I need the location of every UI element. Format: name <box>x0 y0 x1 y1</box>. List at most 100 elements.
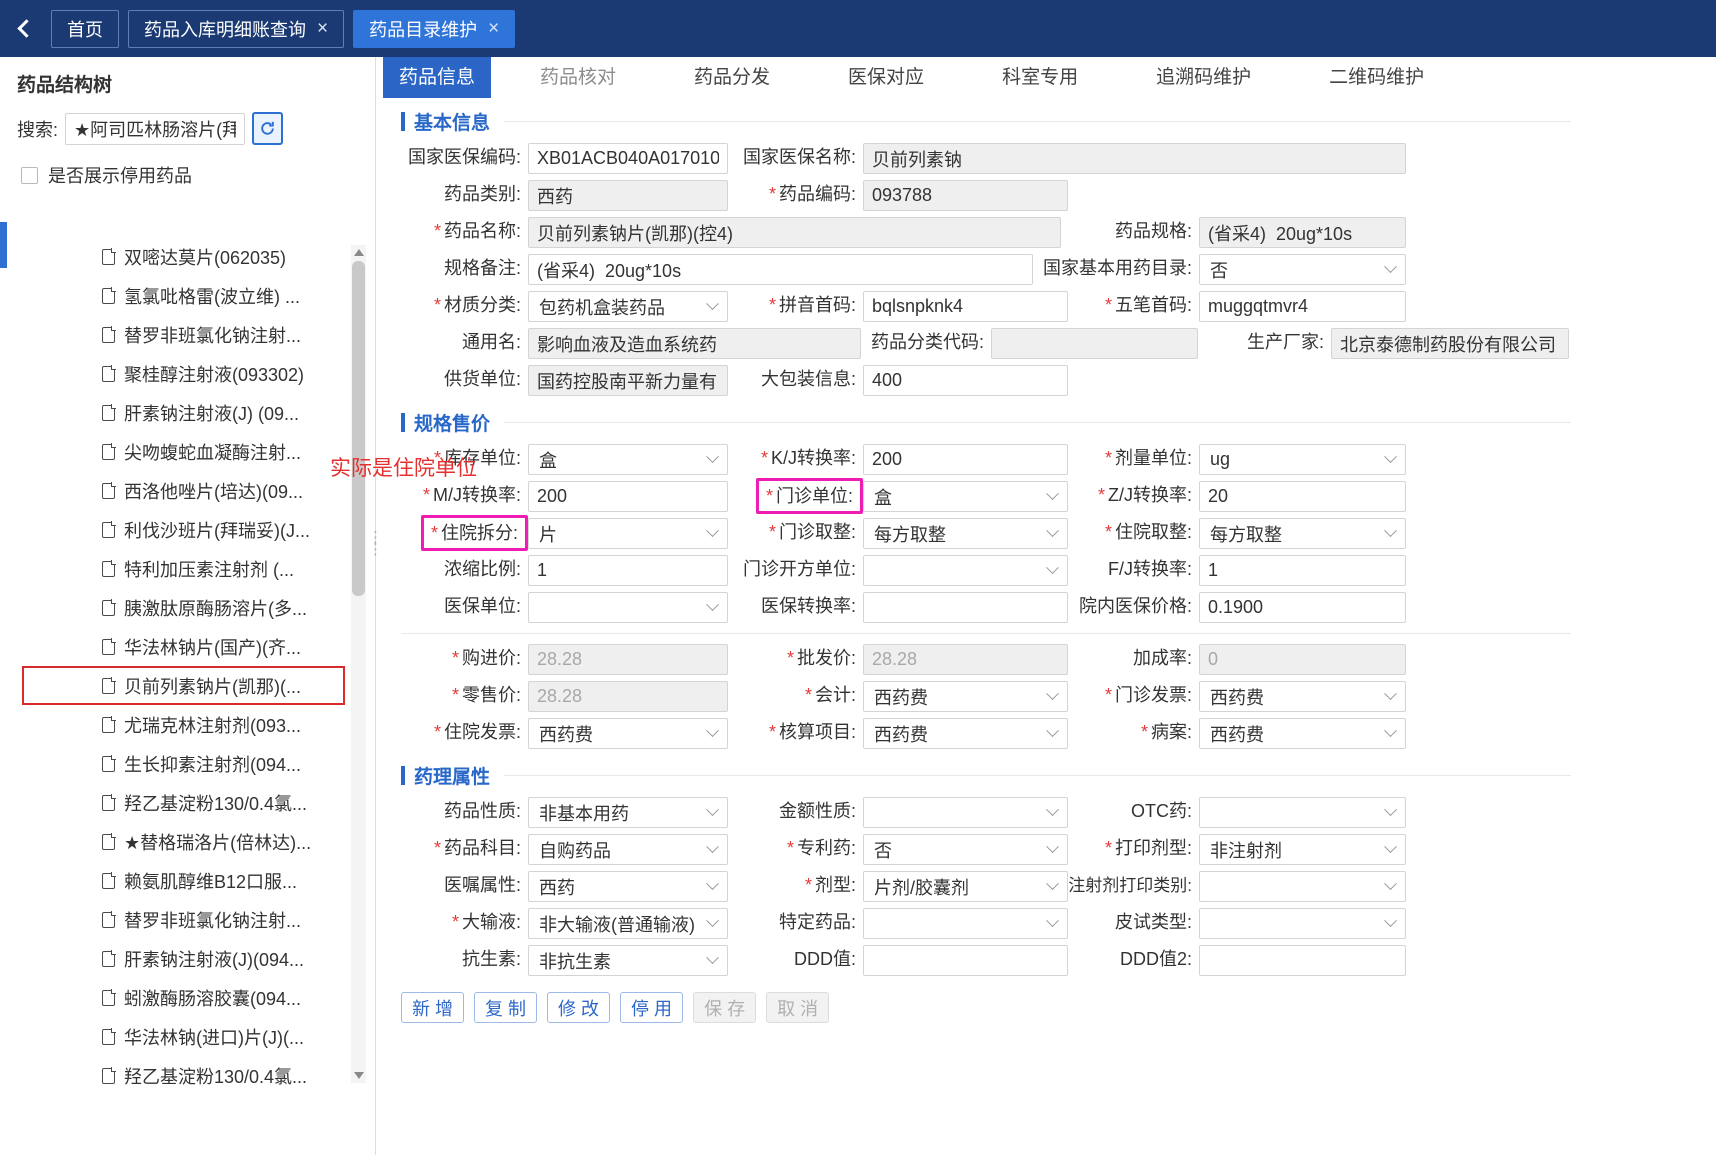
generic-name-input <box>528 328 861 359</box>
dose-unit-select[interactable]: ug <box>1199 444 1406 475</box>
concentrate-ratio-input[interactable] <box>528 555 728 586</box>
dosage-form-select[interactable]: 片剂/胶囊剂 <box>863 871 1068 902</box>
stock-unit-select[interactable]: 盒 <box>528 444 728 475</box>
collapsed-panel-indicator[interactable] <box>0 222 7 268</box>
accounting-select[interactable]: 西药费 <box>863 681 1068 712</box>
skin-test-select[interactable] <box>1199 908 1406 939</box>
print-form-select[interactable]: 非注射剂 <box>1199 834 1406 865</box>
document-icon <box>102 287 116 304</box>
outpatient-rx-unit-select[interactable] <box>863 555 1068 586</box>
tree-item[interactable]: 胰激肽原酶肠溶片(多... <box>0 588 351 627</box>
tab-drug-distribution[interactable]: 药品分发 <box>678 57 786 98</box>
antibiotic-select[interactable]: 非抗生素 <box>528 945 728 976</box>
tree-scrollbar[interactable] <box>351 245 366 1083</box>
tree-item[interactable]: 尖吻蝮蛇血凝酶注射... <box>0 432 351 471</box>
disable-button[interactable]: 停 用 <box>620 992 684 1023</box>
zj-rate-input[interactable] <box>1199 481 1406 512</box>
scroll-up-icon[interactable] <box>354 249 364 256</box>
tree-item[interactable]: 蚓激酶肠溶胶囊(094... <box>0 978 351 1017</box>
insurance-unit-select[interactable] <box>528 592 728 623</box>
inpatient-split-select[interactable]: 片 <box>528 518 728 549</box>
spec-note-input[interactable] <box>528 254 1033 285</box>
amount-nature-select[interactable] <box>863 797 1068 828</box>
wubi-code-input[interactable] <box>1199 291 1406 322</box>
tree-item[interactable]: 聚桂醇注射液(093302) <box>0 354 351 393</box>
ddd-value-input[interactable] <box>863 945 1068 976</box>
tab-insurance-mapping[interactable]: 医保对应 <box>832 57 940 98</box>
inpatient-invoice-select[interactable]: 西药费 <box>528 718 728 749</box>
tree-item[interactable]: 生长抑素注射剂(094... <box>0 744 351 783</box>
ddd-value2-input[interactable] <box>1199 945 1406 976</box>
material-class-select[interactable]: 包药机盒装药品 <box>528 291 728 322</box>
tree-item[interactable]: 替罗非班氯化钠注射... <box>0 315 351 354</box>
close-icon[interactable]: × <box>317 19 328 38</box>
search-row: 搜索: <box>17 112 375 145</box>
tree-item[interactable]: 华法林钠(进口)片(J)(... <box>0 1017 351 1056</box>
drug-nature-select[interactable]: 非基本用药 <box>528 797 728 828</box>
tree-item[interactable]: 双嘧达莫片(062035) <box>0 237 351 276</box>
tree-item[interactable]: 羟乙基淀粉130/0.4氯... <box>0 783 351 822</box>
tree-item-label: 羟乙基淀粉130/0.4氯... <box>124 793 308 814</box>
markup-rate-label: 加成率: <box>1132 648 1192 668</box>
print-form-label: * 打印剂型: <box>1104 838 1192 858</box>
chevron-down-icon <box>1046 877 1059 891</box>
special-drug-select[interactable] <box>863 908 1068 939</box>
tab-drug-info[interactable]: 药品信息 <box>383 57 492 98</box>
pinyin-code-input[interactable] <box>863 291 1068 322</box>
national-catalog-select[interactable]: 否 <box>1199 254 1406 285</box>
show-disabled-drugs-checkbox[interactable] <box>21 166 38 184</box>
outpatient-invoice-select[interactable]: 西药费 <box>1199 681 1406 712</box>
tree-item[interactable]: 利伐沙班片(拜瑞妥)(J... <box>0 510 351 549</box>
modify-button[interactable]: 修 改 <box>547 992 611 1023</box>
tree-item[interactable]: 肝素钠注射液(J)(094... <box>0 939 351 978</box>
tree-item[interactable]: 特利加压素注射剂 (... <box>0 549 351 588</box>
tree-item[interactable]: 赖氨肌醇维B12口服... <box>0 861 351 900</box>
tree-item[interactable]: 氢氯吡格雷(波立维) ... <box>0 276 351 315</box>
tab-home[interactable]: 首页 <box>51 9 119 48</box>
tab-drug-catalog-maintenance[interactable]: 药品目录维护 × <box>353 9 516 48</box>
tree-item[interactable]: 华法林钠片(国产)(齐... <box>0 627 351 666</box>
package-info-input[interactable] <box>863 365 1068 396</box>
tab-department-specific[interactable]: 科室专用 <box>986 57 1094 98</box>
tree-item[interactable]: ★替格瑞洛片(倍林达)... <box>0 822 351 861</box>
order-attr-select[interactable]: 西药 <box>528 871 728 902</box>
close-icon[interactable]: × <box>488 19 499 38</box>
tab-drug-inbound-query[interactable]: 药品入库明细账查询 × <box>128 9 345 48</box>
form-row: 非抗生素 抗生素: DDD值: DDD值2: <box>401 942 1571 979</box>
search-input[interactable] <box>65 112 246 145</box>
refresh-button[interactable] <box>252 112 284 145</box>
patent-label: * 专利药: <box>786 838 856 858</box>
tab-drug-check[interactable]: 药品核对 <box>524 57 632 98</box>
otc-select[interactable] <box>1199 797 1406 828</box>
injection-print-select[interactable] <box>1199 871 1406 902</box>
tab-qr-code[interactable]: 二维码维护 <box>1313 57 1440 98</box>
tree-item[interactable]: 替罗非班氯化钠注射... <box>0 900 351 939</box>
fj-rate-input[interactable] <box>1199 555 1406 586</box>
patent-select[interactable]: 否 <box>863 834 1068 865</box>
tab-trace-code[interactable]: 追溯码维护 <box>1140 57 1267 98</box>
scrollbar-thumb[interactable] <box>352 261 365 596</box>
add-button[interactable]: 新 增 <box>401 992 465 1023</box>
accounting-item-select[interactable]: 西药费 <box>863 718 1068 749</box>
tree-item[interactable]: 羟乙基淀粉130/0.4氯... <box>0 1056 351 1095</box>
outpatient-round-select[interactable]: 每方取整 <box>863 518 1068 549</box>
inpatient-round-select[interactable]: 每方取整 <box>1199 518 1406 549</box>
drug-class-input <box>528 180 728 211</box>
infusion-select[interactable]: 非大输液(普通输液) <box>528 908 728 939</box>
tree-item[interactable]: 肝素钠注射液(J) (09... <box>0 393 351 432</box>
tree-item[interactable]: 西洛他唑片(培达)(09... <box>0 471 351 510</box>
back-icon[interactable] <box>17 19 36 38</box>
copy-button[interactable]: 复 制 <box>474 992 538 1023</box>
insurance-rate-input[interactable] <box>863 592 1068 623</box>
medical-record-select[interactable]: 西药费 <box>1199 718 1406 749</box>
outpatient-unit-select[interactable]: 盒 <box>863 481 1068 512</box>
tree-item-selected[interactable]: 贝前列素钠片(凯那)(... <box>22 666 345 705</box>
tree-item[interactable]: 尤瑞克林注射剂(093... <box>0 705 351 744</box>
main-panel: 药品信息 药品核对 药品分发 医保对应 科室专用 追溯码维护 二维码维护 基本信… <box>377 57 1716 1155</box>
mj-rate-input[interactable] <box>528 481 728 512</box>
hospital-insurance-price-input[interactable] <box>1199 592 1406 623</box>
scroll-down-icon[interactable] <box>354 1072 364 1079</box>
drug-subject-select[interactable]: 自购药品 <box>528 834 728 865</box>
nhi-code-input[interactable] <box>528 143 728 174</box>
kj-rate-input[interactable] <box>863 444 1068 475</box>
